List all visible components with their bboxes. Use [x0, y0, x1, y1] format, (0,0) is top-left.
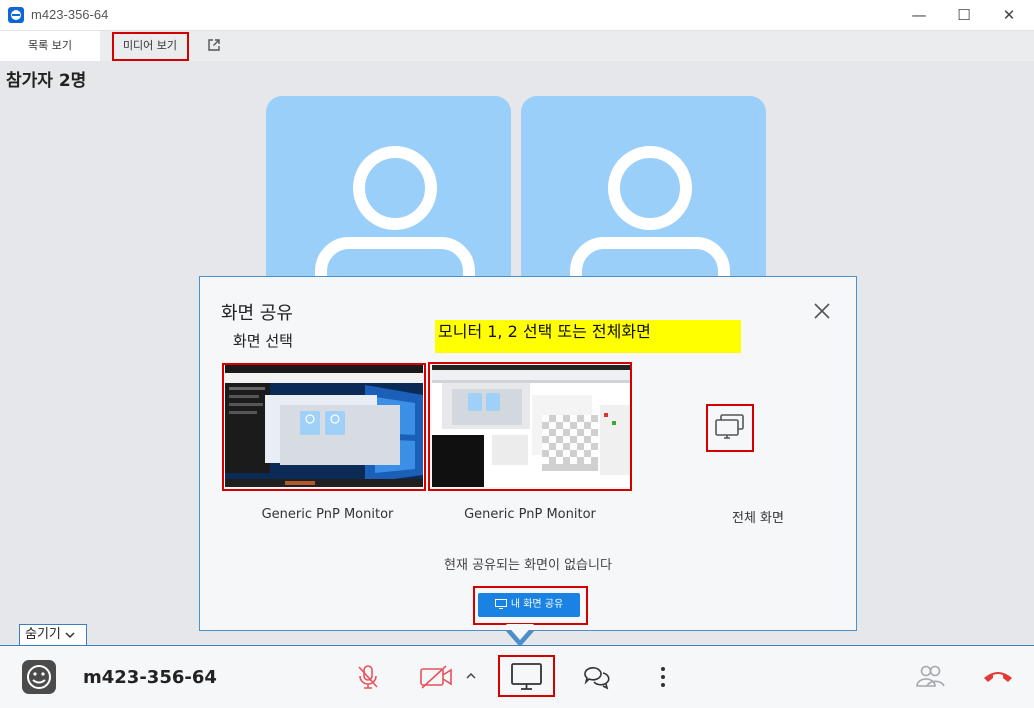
- meeting-toolbar: m423-356-64: [0, 645, 1034, 708]
- highlight-box-monitor-2: [428, 362, 632, 491]
- highlight-box-monitor-1: [222, 363, 426, 491]
- chevron-down-icon: [65, 631, 75, 638]
- chevron-up-icon[interactable]: [465, 671, 477, 681]
- hang-up-icon[interactable]: [981, 666, 1015, 686]
- share-status-text: 현재 공유되는 화면이 없습니다: [444, 558, 612, 573]
- dialog-pointer: [506, 624, 534, 640]
- camera-off-icon[interactable]: [419, 663, 455, 691]
- dialog-title: 화면 공유: [221, 303, 293, 324]
- screen-share-icon[interactable]: [498, 655, 555, 697]
- tab-list-view[interactable]: 목록 보기: [0, 31, 100, 61]
- more-options-icon[interactable]: [656, 665, 670, 689]
- full-screen-label: 전체 화면: [732, 511, 784, 526]
- monitor-2-label: Generic PnP Monitor: [464, 507, 596, 522]
- maximize-button[interactable]: ☐: [941, 0, 987, 31]
- close-window-button[interactable]: ✕: [986, 0, 1032, 31]
- participants-count: 참가자 2명: [6, 71, 87, 91]
- annotation-note: 모니터 1, 2 선택 또는 전체화면: [435, 320, 741, 353]
- meeting-avatar: [22, 660, 56, 694]
- participants-icon[interactable]: [914, 663, 946, 691]
- minimize-button[interactable]: —: [896, 0, 942, 31]
- screen-share-dialog: 화면 공유 화면 선택 모니터 1, 2 선택 또는 전체화면 Generic …: [199, 276, 857, 631]
- teamviewer-logo-icon: [8, 7, 24, 23]
- highlight-box-share-button: [473, 586, 588, 625]
- monitor-1-label: Generic PnP Monitor: [261, 507, 394, 522]
- mic-muted-icon[interactable]: [354, 663, 382, 691]
- window-title: m423-356-64: [31, 7, 109, 22]
- multi-monitor-icon[interactable]: [706, 404, 754, 452]
- meeting-id: m423-356-64: [83, 667, 217, 688]
- popout-icon[interactable]: [207, 38, 221, 52]
- hide-toolbar-tab[interactable]: 숨기기: [19, 624, 87, 646]
- close-icon[interactable]: [812, 301, 832, 321]
- face-icon: [27, 665, 51, 689]
- highlight-box-media-view: [112, 32, 189, 61]
- hide-label: 숨기기: [25, 627, 61, 642]
- select-screen-label: 화면 선택: [233, 332, 293, 350]
- title-bar: m423-356-64 — ☐ ✕: [0, 0, 1034, 31]
- chat-icon[interactable]: [581, 662, 611, 692]
